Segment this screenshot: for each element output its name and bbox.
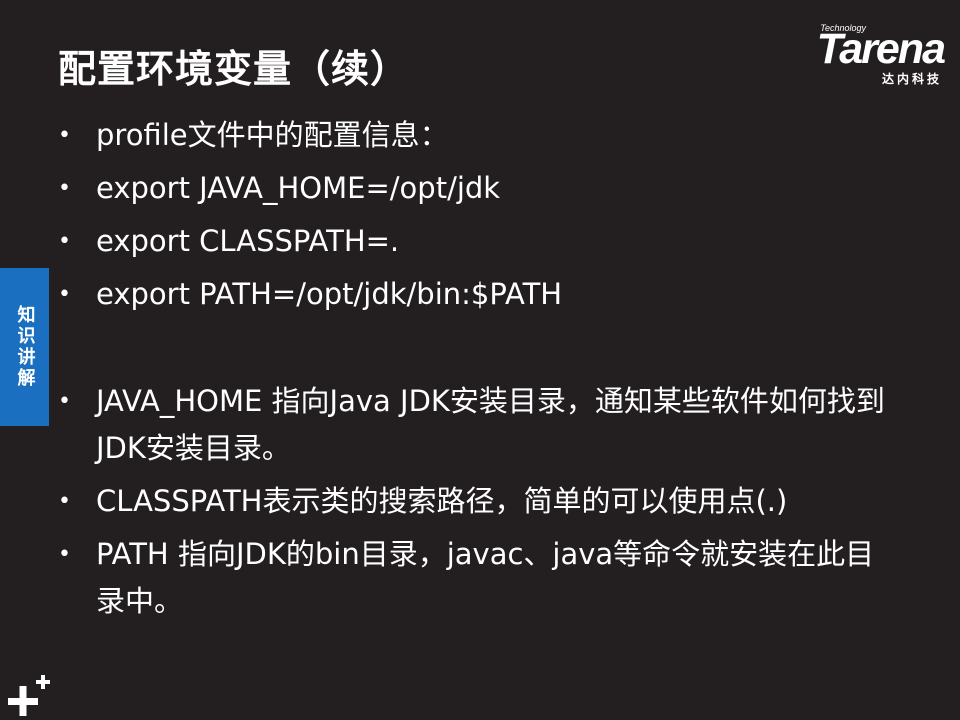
bullet-item: • JAVA_HOME 指向Java JDK安装目录，通知某些软件如何找到JDK… (58, 378, 898, 472)
bullet-item: • export JAVA_HOME=/opt/jdk (58, 165, 898, 212)
bullet-text: profile文件中的配置信息： (96, 118, 449, 152)
bullet-text: CLASSPATH表示类的搜索路径，简单的可以使用点(.) (96, 484, 788, 518)
bullet-dot: • (58, 282, 71, 307)
bullet-item: • export CLASSPATH=. (58, 218, 898, 265)
bullet-dot: • (58, 176, 71, 201)
bullet-dot: • (58, 389, 71, 414)
bullet-item: • export PATH=/opt/jdk/bin:$PATH (58, 271, 898, 318)
section-tab: 知识讲解 (0, 268, 49, 426)
bullet-text: export PATH=/opt/jdk/bin:$PATH (96, 277, 563, 311)
bullet-text: JAVA_HOME 指向Java JDK安装目录，通知某些软件如何找到JDK安装… (96, 384, 885, 465)
logo-brand: Tarena (816, 25, 946, 73)
slide: 配置环境变量（续） Technology Tarena 达内科技 知识讲解 • … (0, 0, 960, 720)
bullet-item: • CLASSPATH表示类的搜索路径，简单的可以使用点(.) (58, 478, 898, 525)
tarena-logo: Technology Tarena 达内科技 (779, 20, 946, 86)
slide-title: 配置环境变量（续） (58, 47, 410, 91)
bullet-dot: • (58, 123, 71, 148)
logo-subtitle: 达内科技 (881, 72, 942, 86)
bullet-dot: • (58, 542, 71, 567)
bullet-item: • PATH 指向JDK的bin目录，javac、java等命令就安装在此目录中… (58, 531, 898, 625)
bullet-dot: • (58, 489, 71, 514)
plus-decoration-icon (8, 675, 50, 716)
bullet-text: export CLASSPATH=. (96, 224, 400, 258)
bullet-list: • profile文件中的配置信息： • export JAVA_HOME=/o… (58, 112, 898, 631)
section-tab-label: 知识讲解 (14, 305, 36, 389)
bullet-dot: • (58, 229, 71, 254)
bullet-spacer (58, 324, 898, 378)
bullet-text: PATH 指向JDK的bin目录，javac、java等命令就安装在此目录中。 (96, 537, 875, 618)
bullet-item: • profile文件中的配置信息： (58, 112, 898, 159)
bullet-text: export JAVA_HOME=/opt/jdk (96, 171, 501, 205)
